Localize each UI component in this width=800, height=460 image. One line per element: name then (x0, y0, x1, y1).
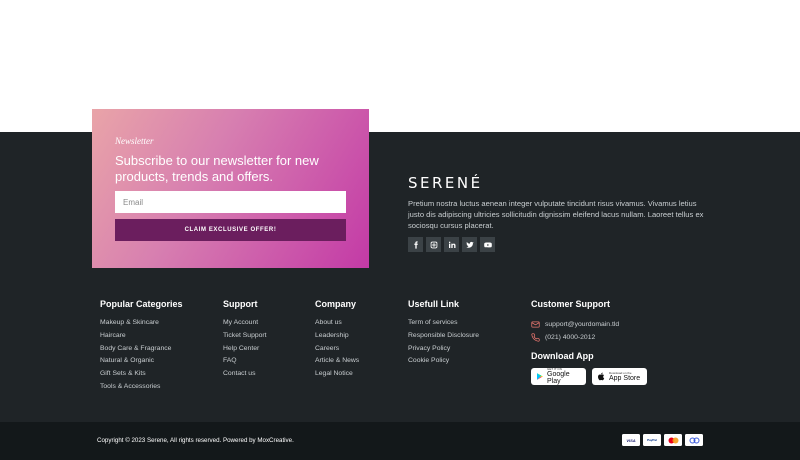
newsletter-eyebrow: Newsletter (115, 136, 154, 146)
footer-link[interactable]: Article & News (315, 356, 359, 369)
footer-link[interactable]: Contact us (223, 369, 267, 382)
visa-icon: VISA (622, 434, 640, 446)
useful-links-column: Usefull Link Term of services Responsibl… (408, 299, 479, 369)
paypal-label: PayPal (647, 438, 657, 442)
payment-methods: VISA PayPal (622, 434, 703, 446)
customer-support-column: Customer Support support@yourdomain.tld … (531, 299, 647, 385)
download-app-title: Download App (531, 351, 594, 361)
footer-link[interactable]: Natural & Organic (100, 356, 183, 369)
linkedin-icon (448, 241, 455, 248)
company-column: Company About us Leadership Careers Arti… (315, 299, 359, 382)
google-play-icon (537, 373, 544, 380)
google-play-text: Google Play (547, 371, 570, 385)
footer-link[interactable]: Makeup & Skincare (100, 318, 183, 331)
mastercard-icon (664, 434, 682, 446)
email-input[interactable] (115, 191, 346, 213)
claim-offer-button[interactable]: CLAIM EXCLUSIVE OFFER! (115, 219, 346, 241)
newsletter-card: Newsletter Subscribe to our newsletter f… (92, 109, 369, 268)
footer-link[interactable]: Cookie Policy (408, 356, 479, 369)
youtube-icon (483, 242, 492, 247)
footer-link[interactable]: Haircare (100, 331, 183, 344)
support-phone-text: (021) 4000-2012 (545, 334, 596, 341)
footer-link[interactable]: Term of services (408, 318, 479, 331)
customer-support-title: Customer Support (531, 299, 611, 309)
app-store-badges: GET IT ON Google Play Download on the Ap… (531, 368, 647, 385)
support-phone[interactable]: (021) 4000-2012 (531, 331, 647, 344)
newsletter-title: Subscribe to our newsletter for new prod… (115, 153, 319, 184)
phone-icon (531, 333, 540, 342)
mastercard-circles (668, 437, 678, 443)
facebook-icon (413, 240, 418, 249)
footer-link[interactable]: Legal Notice (315, 369, 359, 382)
popular-categories-column: Popular Categories Makeup & Skincare Hai… (100, 299, 183, 395)
app-store-button[interactable]: Download on the App Store (592, 368, 647, 385)
footer-link[interactable]: Leadership (315, 331, 359, 344)
stripe-circles (689, 437, 699, 443)
google-play-button[interactable]: GET IT ON Google Play (531, 368, 586, 385)
footer-link[interactable]: My Account (223, 318, 267, 331)
instagram-icon (430, 241, 437, 248)
support-title: Support (223, 299, 258, 309)
footer-link[interactable]: Help Center (223, 344, 267, 357)
footer-link[interactable]: Careers (315, 344, 359, 357)
apple-icon (597, 372, 605, 381)
copyright-text: Copyright © 2023 Serene, All rights rese… (97, 437, 294, 444)
footer-link[interactable]: Responsible Disclosure (408, 331, 479, 344)
support-email[interactable]: support@yourdomain.tld (531, 318, 647, 331)
support-column: Support My Account Ticket Support Help C… (223, 299, 267, 382)
visa-label: VISA (626, 437, 636, 443)
footer-link[interactable]: Tools & Accessories (100, 382, 183, 395)
app-store-text: App Store (609, 374, 641, 382)
mail-icon (531, 321, 540, 328)
footer-link[interactable]: About us (315, 318, 359, 331)
linkedin-link[interactable] (444, 237, 459, 252)
footer-link[interactable]: Privacy Policy (408, 344, 479, 357)
twitter-link[interactable] (462, 237, 477, 252)
support-email-text: support@yourdomain.tld (545, 321, 620, 328)
page: Newsletter Subscribe to our newsletter f… (0, 0, 800, 460)
paypal-icon: PayPal (643, 434, 661, 446)
footer-link[interactable]: FAQ (223, 356, 267, 369)
stripe-icon (685, 434, 703, 446)
youtube-link[interactable] (480, 237, 495, 252)
popular-categories-title: Popular Categories (100, 299, 183, 309)
facebook-link[interactable] (408, 237, 423, 252)
useful-links-title: Usefull Link (408, 299, 460, 309)
twitter-icon (465, 241, 474, 248)
brand-logo[interactable]: SERENÉ (408, 174, 483, 192)
footer-link[interactable]: Ticket Support (223, 331, 267, 344)
footer-link[interactable]: Body Care & Fragrance (100, 344, 183, 357)
footer-link[interactable]: Gift Sets & Kits (100, 369, 183, 382)
instagram-link[interactable] (426, 237, 441, 252)
brand-description: Pretium nostra luctus aenean integer vul… (408, 199, 704, 230)
company-title: Company (315, 299, 357, 309)
social-links (408, 237, 495, 252)
